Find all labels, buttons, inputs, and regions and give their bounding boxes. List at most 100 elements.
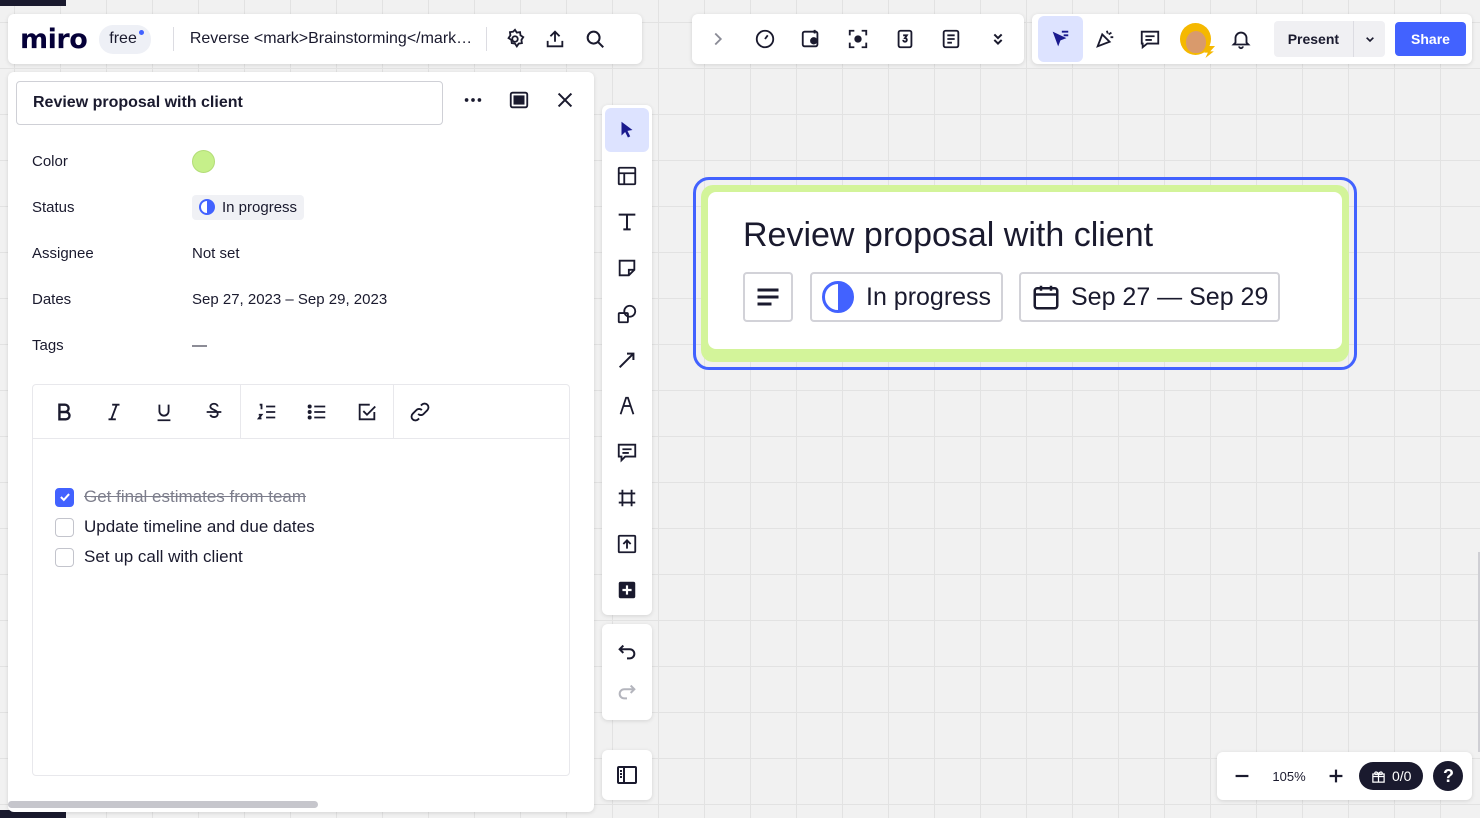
more-apps-plus-icon[interactable] [605,568,649,612]
collaboration-toolbar [692,14,1024,64]
in-progress-icon [199,199,215,215]
tags-value[interactable]: — [192,337,207,354]
card-status-chip[interactable]: In progress [810,272,1004,322]
export-upload-icon[interactable] [535,19,575,59]
toolbar-divider [240,384,241,439]
notifications-bell-icon[interactable] [1219,16,1264,62]
redo-icon[interactable] [607,672,647,712]
strikethrough-icon[interactable] [189,392,239,432]
user-avatar[interactable] [1179,23,1216,58]
card-title-input[interactable] [16,81,443,125]
top-right-toolbar: Present Share [1032,14,1472,64]
assignee-value[interactable]: Not set [192,245,240,262]
cursor-visibility-icon[interactable] [1038,16,1083,62]
zoom-out-minus-icon[interactable] [1223,757,1261,795]
zoom-in-plus-icon[interactable] [1317,757,1355,795]
present-group: Present [1273,21,1386,57]
more-options-icon[interactable] [450,80,496,120]
gift-count: 0/0 [1392,768,1412,784]
calendar-icon [1033,285,1059,310]
status-chip[interactable]: In progress [192,194,305,220]
property-status: Status In progress [32,192,305,222]
toolbar-divider [393,384,394,439]
numbered-list-icon[interactable] [242,392,292,432]
top-edge-strip [0,0,66,6]
comment-tool-icon[interactable] [605,430,649,474]
gift-icon [1372,770,1385,783]
select-cursor-icon[interactable] [605,108,649,152]
bold-icon[interactable] [39,392,89,432]
checklist-item-text[interactable]: Get final estimates from team [84,487,306,507]
card-detail-panel: Color Status In progress Assignee Not se… [8,72,594,812]
voting-icon[interactable] [791,19,831,59]
referral-gift-button[interactable]: 0/0 [1359,762,1424,790]
sticky-note-icon[interactable] [605,246,649,290]
checkbox[interactable] [55,517,74,537]
link-icon[interactable] [395,392,445,432]
color-swatch[interactable] [192,149,215,173]
avatar-face [1185,31,1206,53]
checklist-item: Set up call with client [55,547,243,567]
expand-panel-icon[interactable] [496,80,542,120]
checklist-item: Get final estimates from team [55,487,306,507]
board-header: miro free Reverse <mark>Brainstorming</m… [8,14,642,64]
history-controls [602,624,652,720]
checkbox[interactable] [55,547,74,567]
help-button[interactable]: ? [1433,761,1464,791]
present-options-chevron-down-icon[interactable] [1353,21,1385,57]
zoom-level[interactable]: 105% [1261,769,1317,784]
shapes-icon[interactable] [605,292,649,336]
expand-chevron-right-icon[interactable] [698,19,738,59]
card-dates-text: Sep 27 — Sep 29 [1071,282,1269,311]
card-status-text: In progress [866,282,992,311]
bullet-list-icon[interactable] [292,392,342,432]
frame-tool-icon[interactable] [605,476,649,520]
checklist-item: Update timeline and due dates [55,517,315,537]
text-tool-icon[interactable] [605,200,649,244]
more-chevrons-down-icon[interactable] [978,19,1018,59]
italic-icon[interactable] [89,392,139,432]
assignee-label: Assignee [32,244,94,262]
pen-draw-icon[interactable] [605,384,649,428]
search-icon[interactable] [575,19,615,59]
plan-badge[interactable]: free [99,24,151,54]
property-color: Color [32,146,215,176]
close-icon[interactable] [542,80,588,120]
connection-line-icon[interactable] [605,338,649,382]
comments-icon[interactable] [1127,16,1172,62]
board-title[interactable]: Reverse <mark>Brainstorming</mark> templ… [182,30,478,48]
underline-icon[interactable] [139,392,189,432]
miro-logo[interactable]: miro [20,24,88,55]
reactions-celebrate-icon[interactable] [1083,16,1128,62]
notes-document-icon[interactable] [931,19,971,59]
present-button[interactable]: Present [1274,21,1353,57]
property-tags: Tags — [32,330,207,360]
checklist-icon[interactable] [342,392,392,432]
description-editor[interactable]: Get final estimates from team Update tim… [32,384,570,776]
plan-notification-dot [138,29,144,35]
templates-icon[interactable] [605,154,649,198]
plan-label: free [109,29,137,47]
card-description-button[interactable] [743,272,793,322]
checklist-item-text[interactable]: Update timeline and due dates [84,517,315,537]
upload-icon[interactable] [605,522,649,566]
detail-actions [450,80,588,120]
checklist-item-text[interactable]: Set up call with client [84,547,243,567]
toggle-sidebar-icon[interactable] [602,750,652,800]
canvas-card[interactable]: Review proposal with client In progress … [701,185,1349,362]
card-body: Review proposal with client In progress … [708,192,1342,349]
focus-frame-icon[interactable] [838,19,878,59]
undo-icon[interactable] [607,632,647,672]
status-value: In progress [222,198,298,216]
card-dates-chip[interactable]: Sep 27 — Sep 29 [1019,272,1281,322]
color-label: Color [32,152,68,170]
in-progress-icon [822,281,854,313]
dates-value[interactable]: Sep 27, 2023 – Sep 29, 2023 [192,291,387,308]
settings-gear-icon[interactable] [495,19,535,59]
timer-icon[interactable] [745,19,785,59]
panel-horizontal-scrollbar[interactable] [8,801,318,808]
countdown-number-icon[interactable] [885,19,925,59]
share-button[interactable]: Share [1395,22,1466,56]
checkbox-checked[interactable] [55,487,74,507]
card-title[interactable]: Review proposal with client [743,216,1153,255]
